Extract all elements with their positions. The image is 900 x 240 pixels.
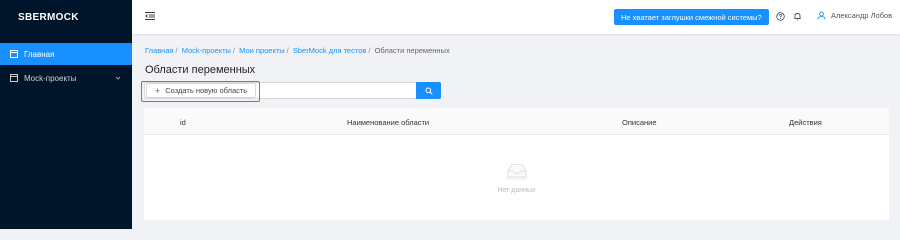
- app-logo[interactable]: SBERMOCK: [0, 0, 132, 34]
- empty-state: Нет данных: [144, 135, 889, 220]
- breadcrumb: Главная / Mock-проекты / Мои проекты / Sber…: [145, 46, 450, 55]
- create-area-label: Создать новую область: [165, 86, 248, 95]
- sidebar-item-label: Главная: [24, 49, 55, 59]
- create-area-button[interactable]: + Создать новую область: [146, 83, 257, 98]
- sidebar-item-mock-projects[interactable]: Mock-проекты: [0, 67, 132, 89]
- empty-inbox-icon: [504, 164, 529, 181]
- user-name: Александр Лобов: [831, 11, 893, 20]
- sidebar-item-home[interactable]: Главная: [0, 43, 132, 65]
- search-button[interactable]: [416, 82, 441, 99]
- user-menu[interactable]: Александр Лобов: [817, 11, 892, 20]
- sidebar: SBERMOCK Главная Mock-проекты: [0, 0, 132, 229]
- menu-fold-icon[interactable]: [145, 11, 155, 21]
- breadcrumb-current: Области переменных: [374, 46, 450, 55]
- folder-icon: [10, 74, 18, 82]
- column-header-actions: Действия: [789, 118, 822, 127]
- empty-text: Нет данных: [497, 187, 536, 194]
- table-header: id Наименование области Описание Действи…: [144, 108, 889, 135]
- page-title: Области переменных: [145, 64, 256, 76]
- home-icon: [10, 50, 18, 58]
- column-header-description: Описание: [622, 118, 657, 127]
- breadcrumb-link[interactable]: Мои проекты: [239, 46, 285, 55]
- missing-stub-button[interactable]: Не хватает заглушки смежной системы?: [614, 9, 769, 25]
- column-header-id: id: [180, 118, 186, 127]
- question-circle-icon[interactable]: [776, 12, 785, 21]
- column-header-name: Наименование области: [347, 118, 430, 127]
- plus-icon: +: [155, 85, 161, 96]
- breadcrumb-link[interactable]: SberMock для тестов: [293, 46, 367, 55]
- bell-icon[interactable]: [793, 12, 802, 21]
- areas-table: id Наименование области Описание Действи…: [144, 108, 889, 220]
- chevron-down-icon: [114, 74, 122, 82]
- user-icon: [817, 11, 826, 20]
- breadcrumb-link[interactable]: Mock-проекты: [182, 46, 231, 55]
- sidebar-item-label: Mock-проекты: [24, 73, 77, 83]
- search-icon: [425, 87, 433, 95]
- top-header: Не хватает заглушки смежной системы? Але…: [132, 0, 900, 34]
- breadcrumb-link[interactable]: Главная: [145, 46, 174, 55]
